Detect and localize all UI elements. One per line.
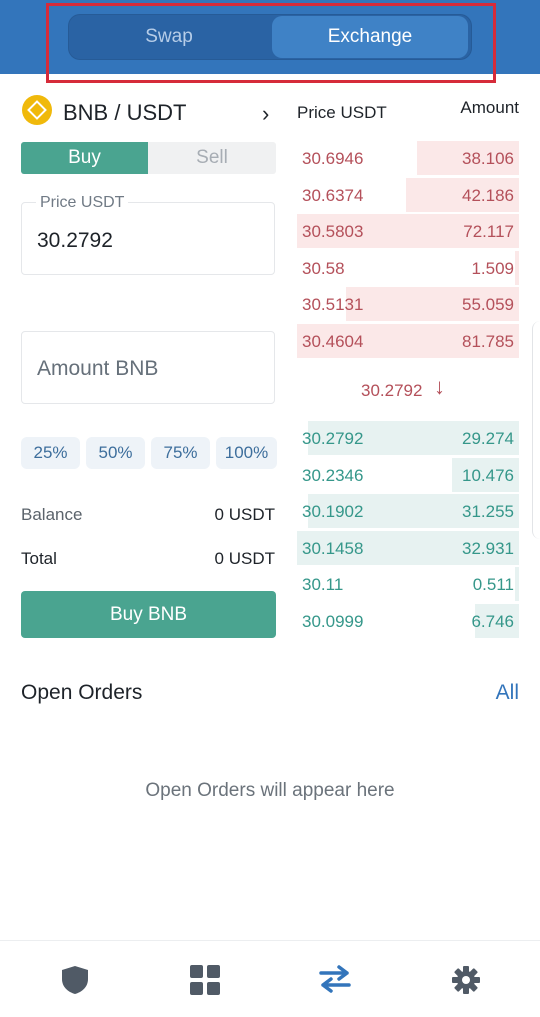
ask-amount: 81.785 xyxy=(462,331,514,351)
tab-settings[interactable] xyxy=(398,941,533,1017)
ask-amount: 55.059 xyxy=(462,295,514,314)
bid-depth-bar xyxy=(514,567,519,601)
bid-row[interactable]: 30.2346 10.476 xyxy=(297,457,519,492)
ask-price: 30.58 xyxy=(302,258,345,278)
open-orders-title: Open Orders xyxy=(21,681,143,704)
bid-amount: 10.476 xyxy=(462,465,514,485)
grid-icon xyxy=(189,965,220,995)
ask-row[interactable]: 30.5131 55.059 xyxy=(297,287,519,321)
percent-25-button[interactable]: 25% xyxy=(21,437,80,469)
bid-row[interactable]: 30.11 0.511 xyxy=(297,567,519,601)
bid-amount: 6.746 xyxy=(471,611,514,631)
ask-row[interactable]: 30.4604 81.785 xyxy=(297,323,519,358)
bid-price: 30.1902 xyxy=(302,502,364,521)
total-value: 0 USDT xyxy=(214,549,275,568)
bnb-coin-icon xyxy=(22,95,52,125)
bottom-tab-bar xyxy=(0,940,540,1017)
percent-75-button[interactable]: 75% xyxy=(151,437,210,469)
swap-arrows-icon xyxy=(318,965,351,993)
bid-price: 30.1458 xyxy=(302,538,364,558)
bid-row[interactable]: 30.1458 32.931 xyxy=(297,530,519,565)
buy-bnb-button[interactable]: Buy BNB xyxy=(21,591,276,638)
ask-row[interactable]: 30.58 1.509 xyxy=(297,250,519,285)
bid-amount: 32.931 xyxy=(462,538,514,558)
price-field[interactable]: Price USDT 30.2792 xyxy=(21,194,275,275)
total-label: Total xyxy=(21,549,57,568)
bid-amount: 31.255 xyxy=(462,502,514,521)
ask-row[interactable]: 30.5803 72.117 xyxy=(297,214,519,248)
last-price: 30.2792 xyxy=(361,381,423,400)
ask-price: 30.5803 xyxy=(302,222,364,241)
highlight-box xyxy=(46,3,496,83)
ask-price: 30.6946 xyxy=(302,149,364,168)
gear-icon xyxy=(451,966,480,994)
balance-value: 0 USDT xyxy=(214,505,275,524)
tab-dex[interactable] xyxy=(267,941,402,1017)
bid-amount: 0.511 xyxy=(472,575,514,594)
ask-price: 30.6374 xyxy=(302,185,364,205)
tab-dapps[interactable] xyxy=(137,941,272,1017)
bid-price: 30.2346 xyxy=(302,465,364,485)
orderbook-amount-header: Amount xyxy=(460,98,519,117)
tab-wallet[interactable] xyxy=(7,941,142,1017)
percent-50-button[interactable]: 50% xyxy=(86,437,145,469)
open-orders-all-link[interactable]: All xyxy=(496,681,519,705)
bid-price: 30.11 xyxy=(302,575,344,594)
orderbook-price-header: Price USDT xyxy=(297,103,387,122)
price-field-label: Price USDT xyxy=(36,194,129,212)
buy-tab[interactable]: Buy xyxy=(21,142,148,174)
bid-row[interactable]: 30.2792 29.274 xyxy=(297,421,519,455)
amount-field[interactable]: Amount BNB xyxy=(21,331,275,404)
bid-amount: 29.274 xyxy=(462,429,514,448)
ask-amount: 42.186 xyxy=(462,185,514,205)
shield-icon xyxy=(61,966,88,994)
ask-depth-bar xyxy=(514,250,519,285)
ask-amount: 72.117 xyxy=(463,222,514,241)
open-orders-empty-text: Open Orders will appear here xyxy=(145,780,395,801)
ask-amount: 1.509 xyxy=(471,258,514,278)
amount-input[interactable]: Amount BNB xyxy=(37,357,158,381)
chevron-right-icon[interactable]: › xyxy=(262,101,269,127)
buy-sell-toggle: Buy Sell xyxy=(21,142,276,174)
ask-amount: 38.106 xyxy=(462,149,514,168)
arrow-down-icon: ↓ xyxy=(434,374,445,399)
percent-buttons: 25% 50% 75% 100% xyxy=(21,437,277,469)
ask-price: 30.4604 xyxy=(302,331,364,351)
pair-label[interactable]: BNB / USDT xyxy=(63,100,186,126)
bid-row[interactable]: 30.0999 6.746 xyxy=(297,603,519,638)
ask-price: 30.5131 xyxy=(302,295,364,314)
ask-row[interactable]: 30.6946 38.106 xyxy=(297,141,519,175)
sell-tab[interactable]: Sell xyxy=(148,142,276,174)
bid-price: 30.2792 xyxy=(302,429,364,448)
bid-price: 30.0999 xyxy=(302,611,364,631)
price-input[interactable]: 30.2792 xyxy=(37,229,113,253)
side-handle[interactable] xyxy=(532,321,540,539)
ask-row[interactable]: 30.6374 42.186 xyxy=(297,177,519,212)
bid-row[interactable]: 30.1902 31.255 xyxy=(297,494,519,528)
percent-100-button[interactable]: 100% xyxy=(216,437,277,469)
balance-label: Balance xyxy=(21,505,83,524)
